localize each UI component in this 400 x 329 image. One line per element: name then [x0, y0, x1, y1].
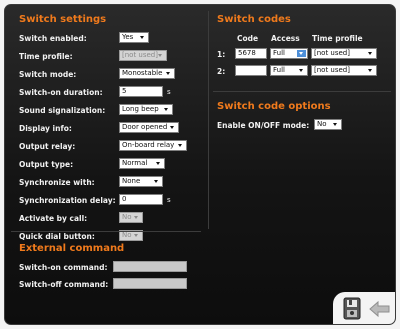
quick-dial-button-label: Quick dial button: [19, 232, 95, 241]
display-info-label: Display info: [19, 124, 72, 133]
chevron-down-icon [132, 214, 141, 221]
save-icon [343, 297, 361, 320]
chevron-down-icon [162, 106, 171, 113]
chevron-down-icon [297, 50, 306, 57]
switch-codes-title: Switch codes [217, 14, 291, 25]
chevron-down-icon [132, 232, 141, 239]
enable-on-off-mode-label: Enable ON/OFF mode: [217, 121, 310, 130]
access-select[interactable]: Full [270, 65, 308, 76]
switch-mode-value: Monostable [122, 69, 163, 77]
save-button[interactable] [341, 297, 363, 321]
switch-settings-title: Switch settings [19, 14, 107, 25]
back-button[interactable] [369, 300, 391, 318]
display-info-value: Door opened [122, 123, 168, 131]
chevron-down-icon [297, 67, 306, 74]
switch-on-command-input[interactable] [113, 261, 187, 272]
switch-code-options-title: Switch code options [217, 101, 331, 112]
column-divider [208, 11, 209, 229]
switch-on-duration-label: Switch-on duration: [19, 88, 103, 97]
activate-by-call-select[interactable]: No [119, 212, 143, 223]
access-value: Full [273, 66, 285, 74]
sound-signalization-select[interactable]: Long beep [119, 104, 173, 115]
back-arrow-icon [369, 300, 390, 318]
output-type-label: Output type: [19, 160, 74, 169]
switch-on-duration-input[interactable]: 5 [119, 86, 163, 97]
chevron-down-icon [366, 67, 375, 74]
code-time-profile-select[interactable]: [not used] [311, 48, 377, 59]
switch-on-command-label: Switch-on command: [19, 263, 108, 272]
activate-by-call-label: Activate by call: [19, 214, 88, 223]
codes-divider [213, 91, 391, 92]
code-time-profile-select[interactable]: [not used] [311, 65, 377, 76]
sound-signalization-label: Sound signalization: [19, 106, 106, 115]
code-row-number: 1: [217, 50, 226, 59]
code-time-profile-value: [not used] [314, 49, 350, 57]
synchronize-with-value: None [122, 177, 141, 185]
code-input[interactable]: 5678 [235, 48, 267, 59]
display-info-select[interactable]: Door opened [119, 122, 179, 133]
synchronize-with-select[interactable]: None [119, 176, 163, 187]
chevron-down-icon [156, 52, 165, 59]
enable-on-off-mode-select[interactable]: No [314, 119, 342, 130]
time-profile-value: [not used] [122, 51, 158, 59]
quick-dial-button-value: No [122, 231, 132, 239]
switch-off-command-input[interactable] [113, 278, 187, 289]
switch-mode-label: Switch mode: [19, 70, 77, 79]
output-relay-label: Output relay: [19, 142, 76, 151]
time-profile-label: Time profile: [19, 52, 73, 61]
output-relay-value: On-board relay [122, 141, 175, 149]
duration-unit: s [167, 88, 171, 96]
code-column-header: Code [237, 34, 259, 43]
chevron-down-icon [138, 34, 147, 41]
access-select[interactable]: Full [270, 48, 308, 59]
synchronization-delay-input[interactable]: 0 [119, 194, 163, 205]
section-divider [11, 231, 201, 232]
switch-off-command-label: Switch-off command: [19, 280, 109, 289]
switch-enabled-label: Switch enabled: [19, 34, 87, 43]
code-input[interactable] [235, 65, 267, 76]
time-profile-column-header: Time profile [312, 34, 363, 43]
output-relay-select[interactable]: On-board relay [119, 140, 187, 151]
chevron-down-icon [164, 70, 173, 77]
sound-signalization-value: Long beep [122, 105, 159, 113]
external-command-title: External command [19, 243, 125, 254]
synchronization-delay-label: Synchronization delay: [19, 196, 116, 205]
time-profile-select[interactable]: [not used] [119, 50, 167, 61]
chevron-down-icon [154, 160, 163, 167]
synchronize-with-label: Synchronize with: [19, 178, 95, 187]
code-time-profile-value: [not used] [314, 66, 350, 74]
access-column-header: Access [271, 34, 300, 43]
activate-by-call-value: No [122, 213, 132, 221]
output-type-value: Normal [122, 159, 148, 167]
chevron-down-icon [176, 142, 185, 149]
delay-unit: s [167, 196, 171, 204]
code-row-number: 2: [217, 67, 226, 76]
switch-mode-select[interactable]: Monostable [119, 68, 175, 79]
enable-on-off-mode-value: No [317, 120, 327, 128]
chevron-down-icon [152, 178, 161, 185]
output-type-select[interactable]: Normal [119, 158, 165, 169]
action-bar [333, 292, 395, 324]
chevron-down-icon [366, 50, 375, 57]
switch-enabled-select[interactable]: Yes [119, 32, 149, 43]
chevron-down-icon [331, 121, 340, 128]
chevron-down-icon [168, 124, 177, 131]
settings-panel: Switch settings Switch enabled: Yes Time… [4, 4, 396, 325]
switch-enabled-value: Yes [122, 33, 134, 41]
access-value: Full [273, 49, 285, 57]
